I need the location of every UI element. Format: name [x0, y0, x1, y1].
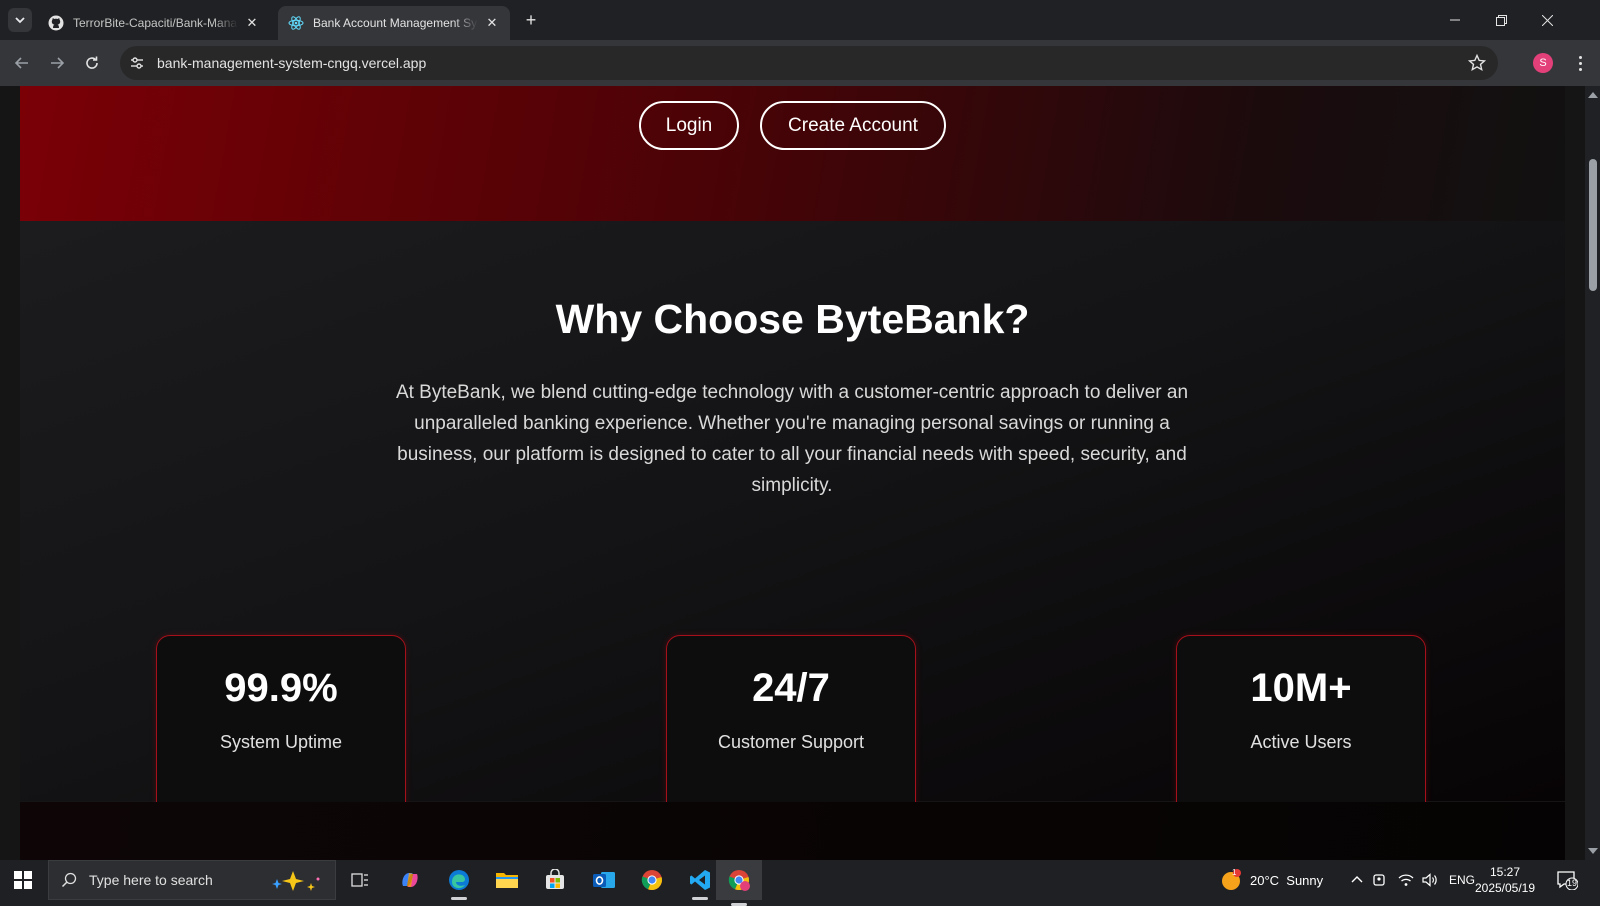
arrow-right-icon — [51, 57, 65, 69]
section-description: At ByteBank, we blend cutting-edge techn… — [395, 382, 1189, 496]
stat-value: 99.9% — [224, 666, 338, 710]
weather-widget[interactable]: 1 20°C Sunny — [1220, 860, 1323, 900]
sun-icon — [1222, 869, 1241, 890]
close-icon[interactable]: ✕ — [484, 15, 500, 31]
task-view-icon[interactable] — [343, 866, 377, 894]
chevron-up-icon — [1351, 876, 1363, 883]
taskbar-search[interactable]: Type here to search — [48, 860, 336, 900]
minimize-button[interactable] — [1432, 0, 1478, 40]
show-hidden-icons[interactable] — [1351, 860, 1363, 900]
reload-button[interactable] — [80, 51, 104, 75]
section-title: Why Choose ByteBank? — [555, 296, 1030, 342]
tab-bank-account[interactable]: Bank Account Management System ✕ — [278, 6, 510, 40]
browser-menu-icon[interactable] — [1570, 51, 1590, 75]
react-icon — [288, 15, 304, 31]
bytebank-page: Login Create Account Why Choose ByteBank… — [20, 86, 1565, 860]
chrome-profile-icon[interactable] — [716, 860, 762, 906]
clock-date: 2025/05/19 — [1474, 881, 1536, 895]
network-icon[interactable] — [1398, 860, 1414, 900]
star-icon[interactable] — [1468, 54, 1486, 72]
search-placeholder: Type here to search — [89, 872, 213, 888]
browser-tabstrip: TerrorBite-Capaciti/Bank-Management-Syst… — [0, 0, 1600, 40]
forward-button[interactable] — [45, 51, 69, 75]
tab-search-button[interactable] — [8, 8, 32, 32]
profile-avatar[interactable]: S — [1533, 53, 1553, 73]
restore-icon — [1495, 14, 1507, 26]
close-icon — [1541, 14, 1553, 26]
clock-time: 15:27 — [1489, 865, 1521, 879]
windows-start-icon[interactable] — [14, 871, 32, 889]
next-section — [20, 802, 1565, 860]
arrow-left-icon — [14, 57, 28, 69]
minimize-icon — [1450, 19, 1460, 21]
window-close-button[interactable] — [1524, 0, 1570, 40]
system-clock[interactable]: 15:27 2025/05/19 — [1470, 864, 1540, 896]
scroll-up-icon[interactable] — [1588, 92, 1598, 98]
chevron-down-icon — [15, 17, 25, 24]
back-button[interactable] — [10, 51, 34, 75]
volume-icon[interactable] — [1422, 860, 1438, 900]
restore-button[interactable] — [1478, 0, 1524, 40]
search-icon — [61, 872, 77, 888]
stat-card-support: 24/7 Customer Support — [666, 635, 916, 818]
why-choose-section: Why Choose ByteBank? At ByteBank, we ble… — [20, 221, 1565, 818]
tab-title: Bank Account Management System — [313, 16, 478, 30]
stat-value: 10M+ — [1250, 666, 1352, 710]
copilot-icon[interactable] — [393, 866, 427, 894]
microsoft-store-icon[interactable] — [538, 866, 572, 894]
reload-icon — [86, 56, 98, 69]
close-icon[interactable]: ✕ — [244, 15, 260, 31]
new-tab-button[interactable]: + — [520, 9, 542, 31]
outlook-icon[interactable] — [587, 866, 621, 894]
stat-label: Active Users — [1250, 732, 1352, 752]
stat-card-users: 10M+ Active Users — [1176, 635, 1426, 818]
scrollbar-thumb[interactable] — [1589, 159, 1597, 291]
vertical-scrollbar[interactable] — [1585, 86, 1600, 860]
login-button[interactable]: Login — [639, 101, 739, 150]
tab-title: TerrorBite-Capaciti/Bank-Management-Syst… — [73, 16, 238, 30]
weather-text: 20°C Sunny — [1250, 872, 1324, 888]
meet-now-icon[interactable] — [1372, 860, 1386, 900]
chrome-icon[interactable] — [635, 866, 669, 894]
file-explorer-icon[interactable] — [490, 866, 524, 894]
stat-value: 24/7 — [752, 666, 830, 710]
scroll-down-icon[interactable] — [1588, 848, 1598, 854]
sparkle-icon — [272, 871, 320, 891]
tab-github[interactable]: TerrorBite-Capaciti/Bank-Management-Syst… — [38, 6, 270, 40]
edge-icon[interactable] — [442, 866, 476, 900]
address-bar[interactable]: bank-management-system-cngq.vercel.app — [120, 46, 1498, 80]
notification-count: 19 — [1566, 878, 1577, 888]
create-account-button[interactable]: Create Account — [760, 101, 946, 150]
page-viewport: Login Create Account Why Choose ByteBank… — [0, 86, 1600, 860]
notification-center-icon[interactable]: 19 — [1556, 870, 1582, 892]
stat-label: System Uptime — [219, 732, 343, 752]
stat-card-uptime: 99.9% System Uptime — [156, 635, 406, 818]
browser-toolbar: bank-management-system-cngq.vercel.app — [0, 40, 1600, 86]
vscode-icon[interactable] — [683, 866, 717, 900]
github-icon — [48, 15, 64, 31]
hero-section: Login Create Account — [20, 86, 1565, 221]
weather-badge: 1 — [1232, 868, 1237, 877]
url-text: bank-management-system-cngq.vercel.app — [157, 55, 427, 71]
site-info-icon[interactable] — [122, 48, 152, 78]
windows-taskbar: Type here to search 1 20°C Sunny ENG 15:… — [0, 860, 1600, 906]
stat-label: Customer Support — [717, 732, 865, 752]
